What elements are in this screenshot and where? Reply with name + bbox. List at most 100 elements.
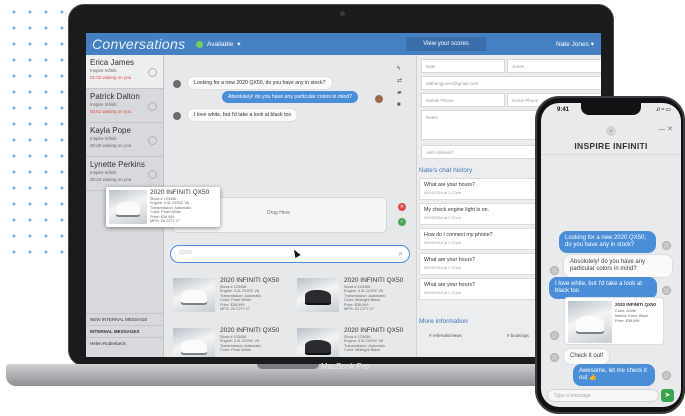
conversation-item[interactable]: Patrick Dalton Inspire Infiniti 00:51 wait…: [86, 89, 163, 123]
outgoing-message: Looking for a new 2020 QX50, do you have…: [559, 231, 656, 253]
close-icon[interactable]: ✕: [398, 203, 406, 211]
vehicle-specs: Stock # 123456 Engine: 3.0L DOHC V6 Tran…: [344, 335, 386, 353]
vehicle-specs: Stock # 123456 Engine: 3.0L DOHC V6 Tran…: [220, 285, 262, 312]
last-name-field[interactable]: Jones: [507, 59, 601, 73]
user-menu[interactable]: Nate Jones ▾: [556, 40, 594, 48]
history-question: How do I connect my phone?: [424, 232, 493, 238]
close-icon[interactable]: — ✕: [658, 125, 673, 133]
conversation-item[interactable]: Erica James Inspire Infiniti 01:22 waiting…: [86, 55, 163, 89]
vehicle-image: [173, 328, 215, 357]
status-label: Available: [207, 40, 234, 48]
check-icon[interactable]: ✓: [398, 218, 406, 226]
laptop-base: [6, 364, 570, 386]
search-placeholder: QX50: [179, 250, 192, 256]
first-name-field[interactable]: Nate: [421, 59, 505, 73]
inventory-search-input[interactable]: QX50 ⌕: [170, 245, 410, 263]
conversation-item[interactable]: Kayla Pope Inspire Infiniti 00:40 waiting …: [86, 123, 163, 157]
shuffle-icon[interactable]: ⇄: [397, 75, 402, 87]
chevron-down-icon: ▾: [590, 41, 594, 48]
avatar: [662, 371, 671, 380]
dragged-vehicle-card[interactable]: 2020 INFINITI QX50 Stock # 123456 Engine…: [106, 187, 220, 227]
incoming-message: I love white, but I'd take a look at bla…: [187, 108, 299, 122]
history-date: 09/03/2016 at 2:37pm: [424, 291, 461, 295]
avatar: [148, 136, 157, 145]
vehicle-title: 2020 INFINITI QX50: [615, 302, 657, 307]
history-date: 09/03/2016 at 2:37pm: [424, 216, 461, 220]
mobile-phone-field[interactable]: Mobile Phone: [421, 93, 505, 107]
stat-label: # bookings: [507, 333, 529, 338]
conversation-item[interactable]: Lynette Perkins Inspire Infiniti 00:34 wai…: [86, 157, 163, 191]
incoming-message: Absolutely! do you have any particular c…: [563, 254, 673, 278]
phone-screen: 9:41 .ıl ≈ ▭ ◒ — ✕ INSPIRE INFINITI Look…: [541, 103, 681, 407]
vehicle-image: [568, 301, 612, 343]
chat-history-title: Nate's chat history: [419, 167, 473, 174]
incoming-message: Looking for a new 2020 QX50, do you have…: [187, 76, 333, 90]
chat-tools: ϟ ⇄ ▰ ■: [397, 63, 402, 111]
vehicle-title: 2020 INFINITI QX50: [344, 327, 404, 334]
history-question: What are your hours?: [424, 257, 475, 263]
top-bar: Conversations Available ▾ View your score…: [86, 33, 601, 55]
internal-contact[interactable]: Helen Rodenbeck: [86, 337, 164, 349]
history-date: 09/03/2016 at 2:37pm: [424, 266, 461, 270]
signal-icon: .ıl ≈ ▭: [655, 107, 671, 113]
avatar: [148, 68, 157, 77]
contact-name: Kayla Pope: [90, 126, 131, 135]
vehicle-specs: Stock # 123456 Engine: 3.0L DOHC V6 Tran…: [220, 335, 262, 353]
avatar: [662, 241, 671, 250]
chevron-down-icon: ▾: [237, 41, 241, 48]
vehicle-card[interactable]: 2020 INFINITI QX50 Color: White Interior…: [564, 297, 664, 345]
history-question: What are your hours?: [424, 282, 475, 288]
avatar: [173, 80, 181, 88]
phone-notch: [581, 103, 641, 115]
avatar: [550, 353, 559, 362]
vehicle-tile[interactable]: 2020 INFINITI QX50 Stock # 123456 Engine:…: [170, 325, 290, 357]
avatar: [550, 266, 559, 275]
history-item[interactable]: My check engine light is on. 09/03/2016 a…: [419, 203, 539, 225]
user-name: Nate Jones: [556, 41, 589, 48]
history-date: 09/03/2016 at 2:37pm: [424, 241, 461, 245]
video-icon[interactable]: ■: [397, 99, 402, 111]
internal-messages-header: INTERNAL MESSAGES: [86, 325, 164, 337]
app-logo: Conversations: [92, 36, 186, 52]
avatar: [173, 112, 181, 120]
message-input[interactable]: Type a message: [547, 389, 659, 402]
vehicle-image: [109, 190, 147, 224]
outgoing-message: I love white, but I'd take a look at bla…: [549, 277, 657, 299]
history-item[interactable]: How do I connect my phone? 09/03/2016 at …: [419, 228, 539, 250]
avatar: [662, 286, 671, 295]
car-icon[interactable]: ▰: [397, 87, 402, 99]
vehicle-image: [297, 278, 339, 312]
status-dot-icon: [196, 40, 203, 48]
email-field[interactable]: nathangjones@gmail.com: [421, 76, 601, 90]
search-icon: ⌕: [398, 249, 403, 258]
history-question: My check engine light is on.: [424, 207, 490, 213]
vehicle-specs: Color: White Interior Color: Black Price…: [615, 309, 649, 323]
send-icon[interactable]: ➤: [661, 389, 674, 402]
contact-name: Lynette Perkins: [90, 160, 145, 169]
new-internal-message-button[interactable]: NEW INTERNAL MESSAGE: [86, 313, 164, 325]
vehicle-title: 2020 INFINITI QX50: [220, 327, 280, 334]
bolt-icon[interactable]: ϟ: [397, 63, 402, 75]
dealer-avatar: ◒: [606, 126, 616, 136]
stat-label: # referrals/views: [429, 333, 462, 338]
vehicle-tile[interactable]: 2020 INFINITI QX50 Stock # 123456 Engine:…: [294, 325, 414, 357]
phone-header: ◒ — ✕ INSPIRE INFINITI: [541, 121, 681, 155]
vehicle-tile[interactable]: 2020 INFINITI QX50 Stock # 123456 Engine:…: [294, 275, 414, 315]
view-scores-button[interactable]: View your scores: [406, 37, 486, 51]
outgoing-message: Absolutely! do you have any particular c…: [222, 91, 358, 103]
contact-name: Erica James: [90, 58, 135, 67]
vehicle-title: 2020 INFINITI QX50: [220, 277, 280, 284]
contact-name: Patrick Dalton: [90, 92, 140, 101]
history-item[interactable]: What are your hours? 09/03/2016 at 2:37pm: [419, 253, 539, 275]
history-item[interactable]: What are your hours? 09/03/2016 at 2:37pm: [419, 278, 539, 300]
dealer-title: INSPIRE INFINITI: [574, 141, 648, 151]
history-item[interactable]: What are your hours? 09/03/2016 at 2:37pm: [419, 178, 539, 200]
vehicle-image: [173, 278, 215, 312]
more-information-title: More information: [419, 318, 468, 325]
vehicle-tile[interactable]: 2020 INFINITI QX50 Stock # 123456 Engine:…: [170, 275, 290, 315]
camera-icon: [340, 11, 345, 16]
history-question: What are your hours?: [424, 182, 475, 188]
history-date: 09/03/2016 at 2:37pm: [424, 191, 461, 195]
avatar: [375, 95, 383, 103]
availability-dropdown[interactable]: Available ▾: [196, 40, 241, 48]
